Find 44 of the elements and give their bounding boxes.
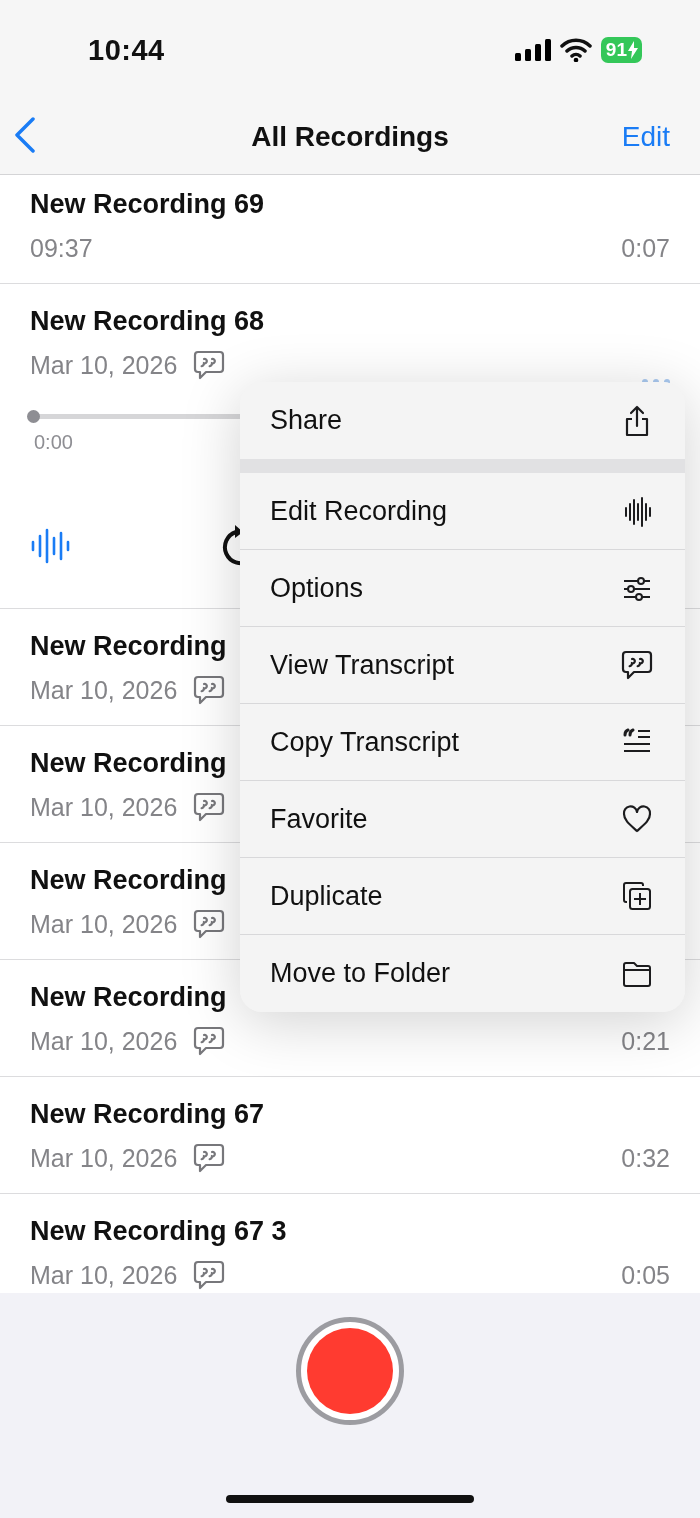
- recording-duration: 0:32: [621, 1143, 670, 1173]
- scrubber-thumb[interactable]: [27, 410, 40, 423]
- wifi-icon: [559, 38, 592, 62]
- recording-date: Mar 10, 2026: [30, 675, 178, 705]
- plus-square-icon: [621, 880, 653, 912]
- screen-title: All Recordings: [251, 121, 449, 152]
- recording-date: Mar 10, 2026: [30, 350, 178, 380]
- menu-item[interactable]: Share: [240, 382, 685, 459]
- recording-title: New Recording 67: [30, 1098, 265, 1131]
- recording-row[interactable]: New Recording 67 Mar 10, 2026 0:32: [0, 1077, 700, 1194]
- recording-date: 09:37: [30, 233, 93, 263]
- edit-button[interactable]: Edit: [621, 121, 670, 153]
- signal-icon: [514, 38, 551, 62]
- status-time: 10:44: [88, 33, 166, 67]
- menu-item[interactable]: Copy Transcript: [240, 704, 685, 781]
- menu-item[interactable]: Options: [240, 550, 685, 627]
- chevron-left-icon: [14, 117, 36, 153]
- recording-title: New Recording: [30, 630, 227, 663]
- recording-date: Mar 10, 2026: [30, 792, 178, 822]
- bolt-icon: [628, 41, 638, 59]
- recording-row[interactable]: New Recording 69 09:37 0:07: [0, 175, 700, 284]
- recording-title: New Recording 68: [30, 305, 265, 338]
- recording-duration: 0:21: [621, 1026, 670, 1056]
- recording-title: New Recording 67 3: [30, 1215, 287, 1248]
- recording-duration: 0:05: [621, 1260, 670, 1290]
- menu-item[interactable]: Move to Folder: [240, 935, 685, 1012]
- recording-title: New Recording: [30, 747, 227, 780]
- menu-item[interactable]: Favorite: [240, 781, 685, 858]
- recording-date: Mar 10, 2026: [30, 1026, 178, 1056]
- battery-icon: 91: [600, 37, 642, 63]
- waveform-icon[interactable]: [30, 527, 70, 565]
- recording-title: New Recording 69: [30, 188, 265, 221]
- recording-duration: 0:07: [621, 233, 670, 263]
- speech-bubble-icon: [621, 649, 653, 681]
- recording-date: Mar 10, 2026: [30, 1260, 178, 1290]
- menu-item[interactable]: Duplicate: [240, 858, 685, 935]
- menu-item[interactable]: Edit Recording: [240, 473, 685, 550]
- recording-date: Mar 10, 2026: [30, 909, 178, 939]
- recording-date: Mar 10, 2026: [30, 1143, 178, 1173]
- elapsed-time: 0:00: [34, 431, 73, 454]
- recording-title: New Recording: [30, 864, 227, 897]
- heart-icon: [621, 803, 653, 835]
- recording-title: New Recording: [30, 981, 227, 1014]
- menu-item[interactable]: View Transcript: [240, 627, 685, 704]
